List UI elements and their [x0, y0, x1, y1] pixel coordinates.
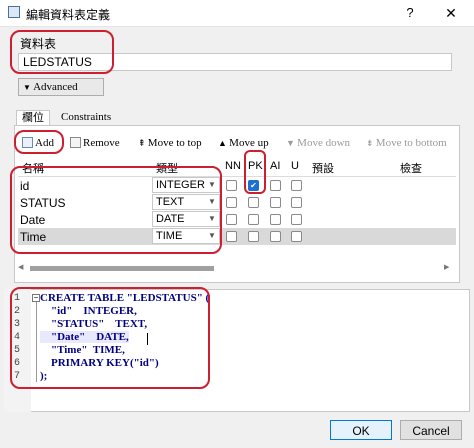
- move-to-bottom-button[interactable]: ⇟ Move to bottom: [366, 135, 447, 151]
- help-button[interactable]: ?: [400, 4, 420, 22]
- u-checkbox[interactable]: [291, 214, 302, 225]
- annotation-outline-pk: [244, 150, 266, 194]
- annotation-outline-table-name: [10, 30, 114, 74]
- remove-field-icon: [70, 137, 81, 148]
- u-checkbox[interactable]: [291, 231, 302, 242]
- nn-checkbox[interactable]: [226, 180, 237, 191]
- u-checkbox[interactable]: [291, 197, 302, 208]
- header-default[interactable]: 預設: [312, 160, 334, 176]
- horizontal-scrollbar[interactable]: [30, 266, 214, 271]
- nn-checkbox[interactable]: [226, 214, 237, 225]
- scroll-left-icon[interactable]: ◀: [18, 263, 23, 271]
- pk-checkbox[interactable]: [248, 197, 259, 208]
- scroll-right-icon[interactable]: ▶: [444, 263, 449, 271]
- ai-checkbox[interactable]: [270, 231, 281, 242]
- pk-checkbox[interactable]: [248, 231, 259, 242]
- ok-button[interactable]: OK: [330, 420, 392, 440]
- move-up-button[interactable]: ▲ Move up: [218, 135, 269, 151]
- close-button[interactable]: ✕: [436, 4, 466, 22]
- ai-checkbox[interactable]: [270, 214, 281, 225]
- nn-checkbox[interactable]: [226, 197, 237, 208]
- ai-checkbox[interactable]: [270, 197, 281, 208]
- move-to-top-icon: ⇞: [138, 138, 148, 148]
- pk-checkbox[interactable]: [248, 214, 259, 225]
- remove-button[interactable]: Remove: [70, 135, 120, 151]
- move-to-bottom-label: Move to bottom: [375, 137, 447, 149]
- move-to-bottom-icon: ⇟: [366, 138, 376, 148]
- cancel-button[interactable]: Cancel: [400, 420, 462, 440]
- chevron-down-icon: ▼: [23, 83, 31, 92]
- window-title: 編輯資料表定義: [26, 8, 111, 22]
- move-to-top-button[interactable]: ⇞ Move to top: [138, 135, 202, 151]
- header-nn[interactable]: NN: [225, 160, 241, 172]
- header-ai[interactable]: AI: [270, 160, 280, 172]
- annotation-outline-add: [14, 130, 64, 154]
- tab-constraints[interactable]: Constraints: [56, 110, 116, 125]
- move-down-label: Move down: [297, 137, 351, 149]
- annotation-outline-sql: [10, 287, 210, 389]
- move-up-label: Move up: [229, 137, 269, 149]
- arrow-down-icon: ▼: [286, 138, 298, 148]
- remove-label: Remove: [83, 137, 120, 149]
- header-u[interactable]: U: [291, 160, 299, 172]
- nn-checkbox[interactable]: [226, 231, 237, 242]
- annotation-outline-fields: [10, 166, 222, 254]
- header-check[interactable]: 檢查: [400, 160, 422, 176]
- tab-fields[interactable]: 欄位: [16, 110, 50, 126]
- arrow-up-icon: ▲: [218, 138, 230, 148]
- u-checkbox[interactable]: [291, 180, 302, 191]
- app-icon: [8, 6, 20, 18]
- move-down-button[interactable]: ▼ Move down: [286, 135, 350, 151]
- advanced-button[interactable]: ▼ Advanced: [18, 78, 104, 96]
- advanced-label: Advanced: [33, 81, 78, 93]
- move-to-top-label: Move to top: [147, 137, 202, 149]
- ai-checkbox[interactable]: [270, 180, 281, 191]
